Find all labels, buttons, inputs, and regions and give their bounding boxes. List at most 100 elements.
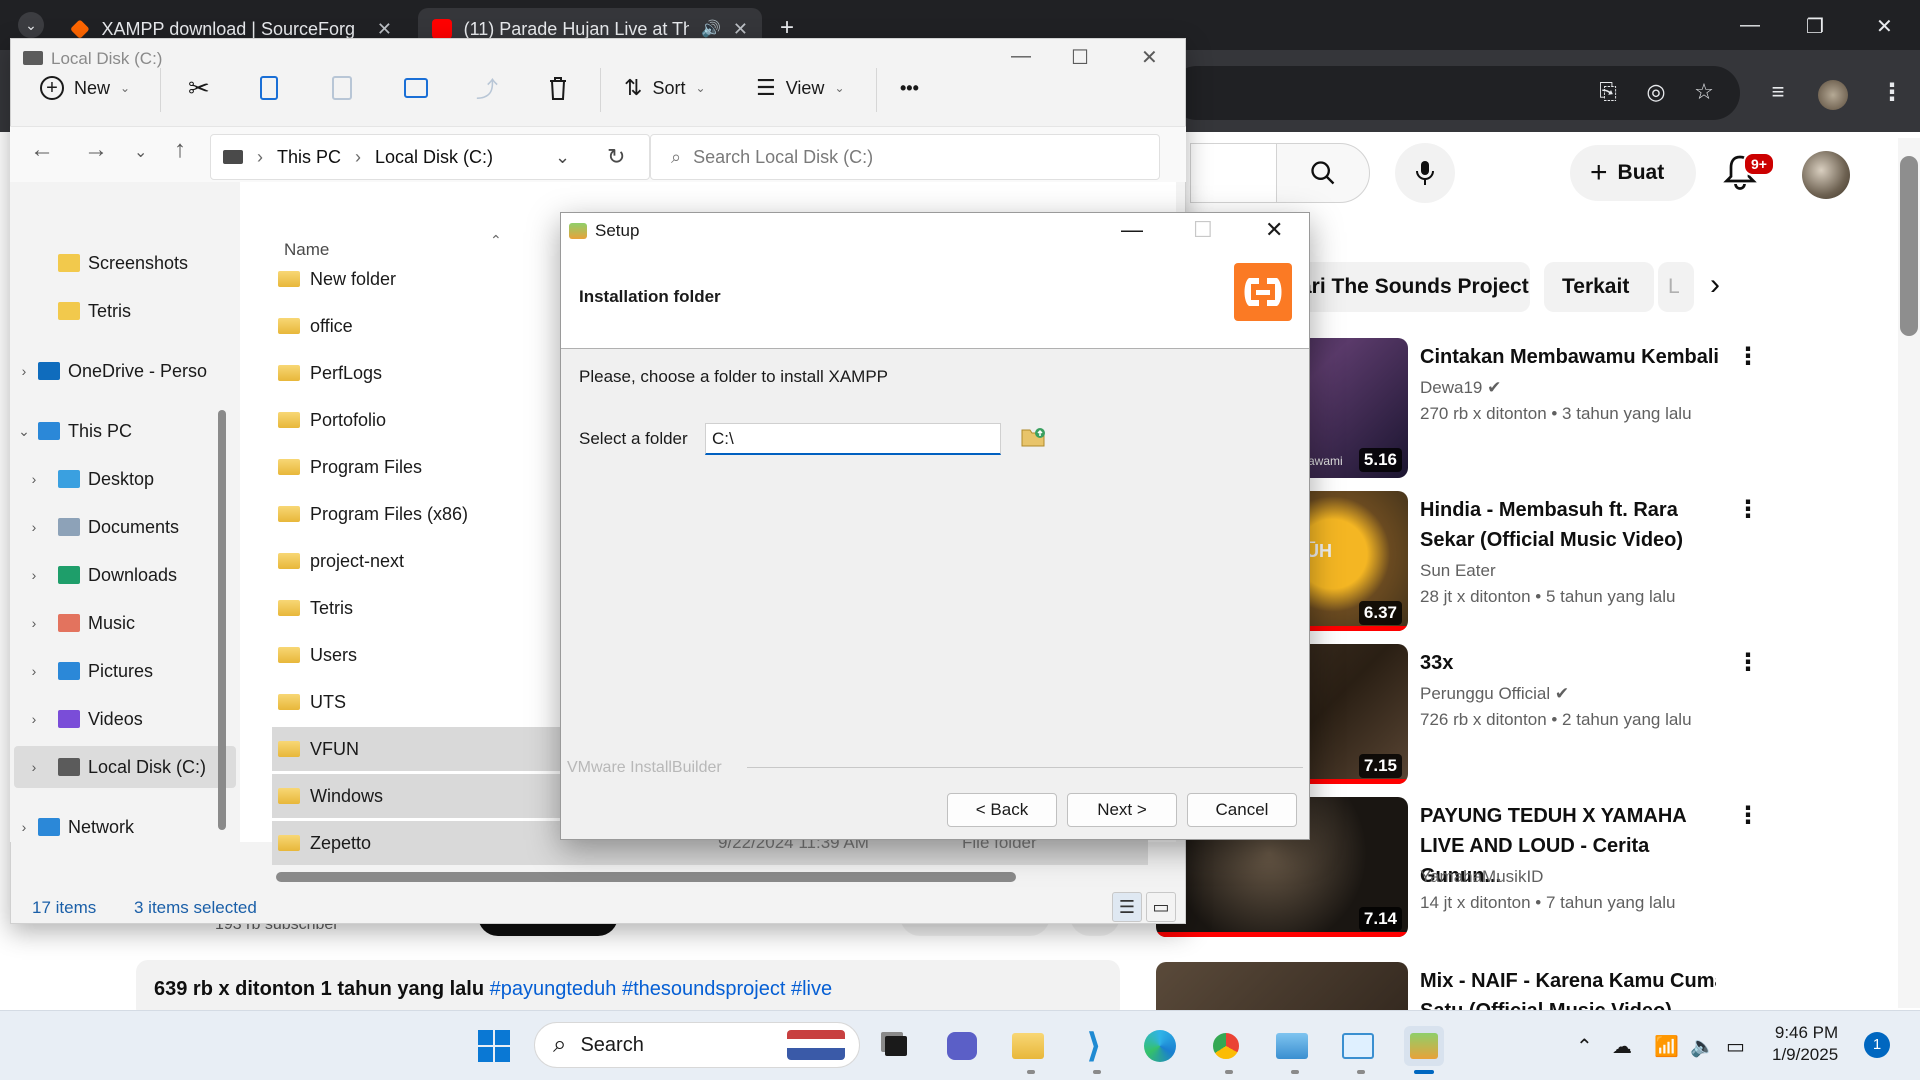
browser-menu-icon[interactable]: ⋮ — [1880, 78, 1904, 107]
more-options-icon[interactable]: ⋮ — [1736, 342, 1760, 371]
chrome-app-icon[interactable] — [1206, 1026, 1246, 1066]
browser-minimize-button[interactable]: — — [1740, 14, 1760, 37]
instruction-text: Please, choose a folder to install XAMPP — [579, 367, 888, 386]
cut-icon[interactable]: ✂ — [188, 64, 210, 112]
chip-terkait[interactable]: Terkait — [1544, 262, 1654, 312]
start-button[interactable] — [474, 1026, 514, 1066]
setup-minimize-button[interactable]: — — [1121, 217, 1143, 243]
battery-icon[interactable]: ▭ — [1726, 1034, 1745, 1059]
view-button[interactable]: ☰ View ⌄ — [756, 64, 845, 112]
update-status-icon[interactable]: ☁ — [1612, 1034, 1632, 1059]
setup-titlebar[interactable]: Setup — ☐ ✕ — [561, 213, 1309, 249]
browse-folder-icon[interactable] — [1021, 425, 1047, 449]
task-view-icon[interactable] — [876, 1026, 916, 1066]
show-hidden-icons-chevron-icon[interactable]: ⌃ — [1576, 1034, 1593, 1059]
vscode-app-icon[interactable]: ⟩ — [1074, 1026, 1114, 1066]
eye-off-icon[interactable]: ◎ — [1642, 78, 1670, 106]
forward-arrow-icon[interactable]: → — [84, 136, 108, 164]
search-icon: ⌕ — [553, 1031, 567, 1058]
tab-search-button[interactable]: ⌄ — [18, 12, 44, 38]
folder-icon — [278, 271, 300, 287]
more-options-icon[interactable]: ⋮ — [1736, 495, 1760, 524]
install-app-icon[interactable]: ⎘ — [1594, 78, 1622, 106]
page-scrollbar-thumb[interactable] — [1900, 156, 1918, 336]
sort-button[interactable]: ⇅ Sort ⌄ — [624, 64, 706, 112]
video-meta: 28 jt x ditonton • 5 tahun yang lalu — [1420, 587, 1676, 606]
cancel-button[interactable]: Cancel — [1187, 793, 1297, 827]
channel-name[interactable]: Sun Eater — [1420, 561, 1496, 581]
create-button[interactable]: + Buat — [1570, 145, 1696, 201]
browser-profile-avatar[interactable] — [1818, 80, 1848, 110]
rename-icon[interactable] — [404, 64, 428, 112]
new-label: New — [74, 77, 111, 98]
notification-center-badge[interactable]: 1 — [1864, 1032, 1890, 1058]
horizontal-scrollbar[interactable] — [276, 872, 1016, 882]
more-options-icon[interactable]: ⋮ — [1736, 801, 1760, 830]
wifi-icon[interactable]: 📶 — [1654, 1034, 1679, 1059]
video-channel[interactable]: Dewa19 ✔ — [1420, 378, 1501, 398]
explorer-minimize-button[interactable]: — — [1011, 45, 1031, 68]
copy-icon[interactable] — [260, 64, 278, 112]
chip-more[interactable]: L — [1658, 262, 1694, 312]
page-title: Installation folder — [579, 287, 721, 306]
up-arrow-icon[interactable]: ↑ — [174, 136, 186, 164]
more-options-button[interactable]: ••• — [900, 64, 919, 112]
control-panel-app-icon[interactable] — [1272, 1026, 1312, 1066]
back-button[interactable]: < Back — [947, 793, 1057, 827]
close-tab-icon[interactable]: ✕ — [377, 19, 392, 40]
chevron-down-icon[interactable]: ⌄ — [555, 147, 570, 168]
chip-sounds-project[interactable]: ari The Sounds Project — [1290, 262, 1530, 312]
delete-icon[interactable] — [546, 64, 570, 112]
share-icon[interactable]: ⤴ — [476, 64, 498, 112]
tiles-view-icon[interactable]: ▭ — [1146, 892, 1176, 922]
video-title[interactable]: 33x — [1420, 648, 1730, 678]
video-thumbnail[interactable] — [1156, 962, 1408, 1010]
back-arrow-icon[interactable]: ← — [30, 136, 54, 164]
address-breadcrumb[interactable]: › This PC › Local Disk (C:) ⌄ ↻ — [210, 134, 650, 180]
media-controls-icon[interactable]: ≡ — [1764, 78, 1792, 106]
youtube-search-input[interactable] — [1190, 143, 1280, 203]
youtube-account-avatar[interactable] — [1802, 151, 1850, 199]
speaker-icon[interactable]: 🔊 — [701, 19, 721, 39]
setup-app-taskbar-icon[interactable] — [1404, 1026, 1444, 1066]
new-button[interactable]: + New ⌄ — [40, 64, 130, 112]
next-button[interactable]: Next > — [1067, 793, 1177, 827]
install-folder-input[interactable] — [705, 423, 1001, 455]
browser-restore-button[interactable]: ❐ — [1806, 14, 1824, 39]
channel-name: Dewa19 — [1420, 378, 1483, 397]
video-meta: 726 rb x ditonton • 2 tahun yang lalu — [1420, 710, 1692, 729]
column-header-name[interactable]: Name — [284, 240, 329, 260]
video-item[interactable]: Mix - NAIF - Karena Kamu Cuma Satu (Offi… — [1156, 962, 1716, 1010]
meet-app-icon[interactable] — [942, 1026, 982, 1066]
video-title[interactable]: Mix - NAIF - Karena Kamu Cuma Satu (Offi… — [1420, 966, 1716, 1010]
chevron-right-icon[interactable]: › — [1710, 268, 1720, 302]
file-explorer-app-icon[interactable] — [1008, 1026, 1048, 1066]
details-view-icon[interactable]: ☰ — [1112, 892, 1142, 922]
close-tab-icon[interactable]: ✕ — [733, 19, 748, 40]
paste-icon[interactable] — [332, 64, 352, 112]
recent-locations-icon[interactable]: ⌄ — [134, 142, 147, 162]
video-channel[interactable]: Perunggu Official ✔ — [1420, 684, 1569, 704]
video-title[interactable]: Hindia - Membasuh ft. Rara Sekar (Offici… — [1420, 495, 1730, 555]
bookmark-star-icon[interactable]: ☆ — [1690, 78, 1718, 106]
explorer-search-input[interactable]: ⌕ Search Local Disk (C:) — [650, 134, 1160, 180]
taskbar-search[interactable]: ⌕ Search — [534, 1022, 860, 1068]
channel-name[interactable]: YamahaMusikID — [1420, 867, 1543, 887]
resource-monitor-app-icon[interactable] — [1338, 1026, 1378, 1066]
breadcrumb-local-disk[interactable]: Local Disk (C:) — [375, 147, 493, 168]
browser-close-button[interactable]: ✕ — [1876, 14, 1893, 39]
refresh-icon[interactable]: ↻ — [607, 144, 625, 170]
youtube-search-button[interactable] — [1276, 143, 1370, 203]
taskbar-clock[interactable]: 9:46 PM 1/9/2025 — [1772, 1022, 1838, 1066]
explorer-close-button[interactable]: ✕ — [1141, 45, 1158, 70]
voice-search-button[interactable] — [1395, 143, 1455, 203]
breadcrumb-this-pc[interactable]: This PC — [277, 147, 341, 168]
more-options-icon[interactable]: ⋮ — [1736, 648, 1760, 677]
file-name: Tetris — [310, 597, 354, 618]
setup-close-button[interactable]: ✕ — [1265, 217, 1283, 243]
video-title[interactable]: Cintakan Membawamu Kembali — [1420, 342, 1730, 372]
volume-icon[interactable]: 🔈 — [1690, 1034, 1715, 1059]
edge-app-icon[interactable] — [1140, 1026, 1180, 1066]
explorer-maximize-button[interactable]: ☐ — [1071, 45, 1089, 70]
hashtags[interactable]: #payungteduh #thesoundsproject #live — [490, 978, 832, 1000]
